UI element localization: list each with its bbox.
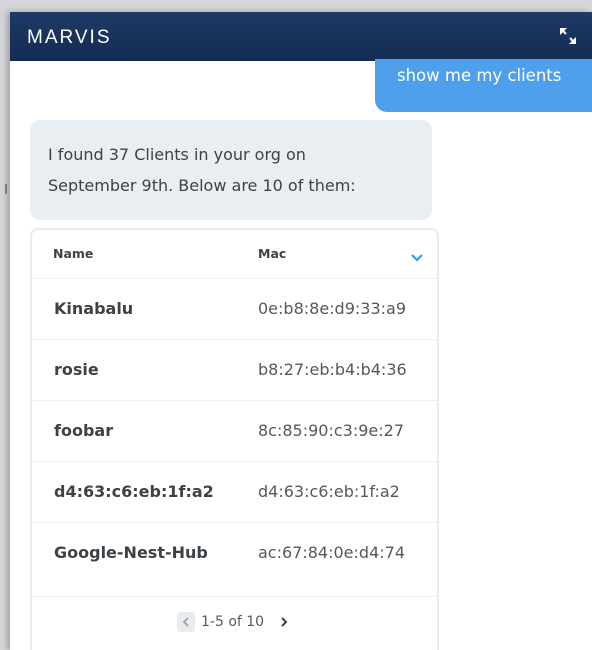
user-message-bubble: show me my clients [375,59,592,112]
bot-message-bubble: I found 37 Clients in your org on Septem… [30,120,432,220]
client-mac: ac:67:84:0e:d4:74 [258,543,405,562]
table-header: Name Mac [32,230,437,278]
chevron-down-icon[interactable] [410,248,424,262]
client-mac: b8:27:eb:b4:b4:36 [258,360,407,379]
table-row[interactable]: d4:63:c6:eb:1f:a2 d4:63:c6:eb:1f:a2 [32,461,437,522]
pagination-label: 1-5 of 10 [201,614,265,630]
client-mac: 8c:85:90:c3:9e:27 [258,421,405,440]
chevron-left-icon[interactable] [177,612,195,632]
client-name: rosie [54,360,99,379]
title-bar: MARVIS [10,12,592,61]
client-name: foobar [54,421,114,440]
client-name: d4:63:c6:eb:1f:a2 [54,482,214,501]
table-row[interactable]: Google-Nest-Hub ac:67:84:0e:d4:74 [32,522,437,583]
background-edge-mark [5,184,7,194]
bot-message-line-1: I found 37 Clients in your org on [48,145,306,164]
expand-arrows-icon[interactable] [558,26,578,46]
table-row[interactable]: foobar 8c:85:90:c3:9e:27 [32,400,437,461]
pagination: 1-5 of 10 [32,596,437,650]
marvis-chat-window: MARVIS show me my clients I found 37 Cli… [10,12,592,650]
window-title: MARVIS [27,26,112,48]
client-name: Google-Nest-Hub [54,543,208,562]
table-row[interactable]: Kinabalu 0e:b8:8e:d9:33:a9 [32,278,437,339]
client-mac: 0e:b8:8e:d9:33:a9 [258,299,407,318]
table-row[interactable]: rosie b8:27:eb:b4:b4:36 [32,339,437,400]
user-message-text: show me my clients [397,66,562,85]
clients-table: Name Mac Kinabalu 0e:b8:8e:d9:33:a9 rosi… [30,228,439,650]
client-mac: d4:63:c6:eb:1f:a2 [258,482,400,501]
column-header-mac[interactable]: Mac [258,246,286,261]
bot-message-line-2: September 9th. Below are 10 of them: [48,176,356,195]
client-name: Kinabalu [54,299,134,318]
column-header-name[interactable]: Name [53,246,93,261]
chevron-right-icon[interactable] [277,612,291,632]
